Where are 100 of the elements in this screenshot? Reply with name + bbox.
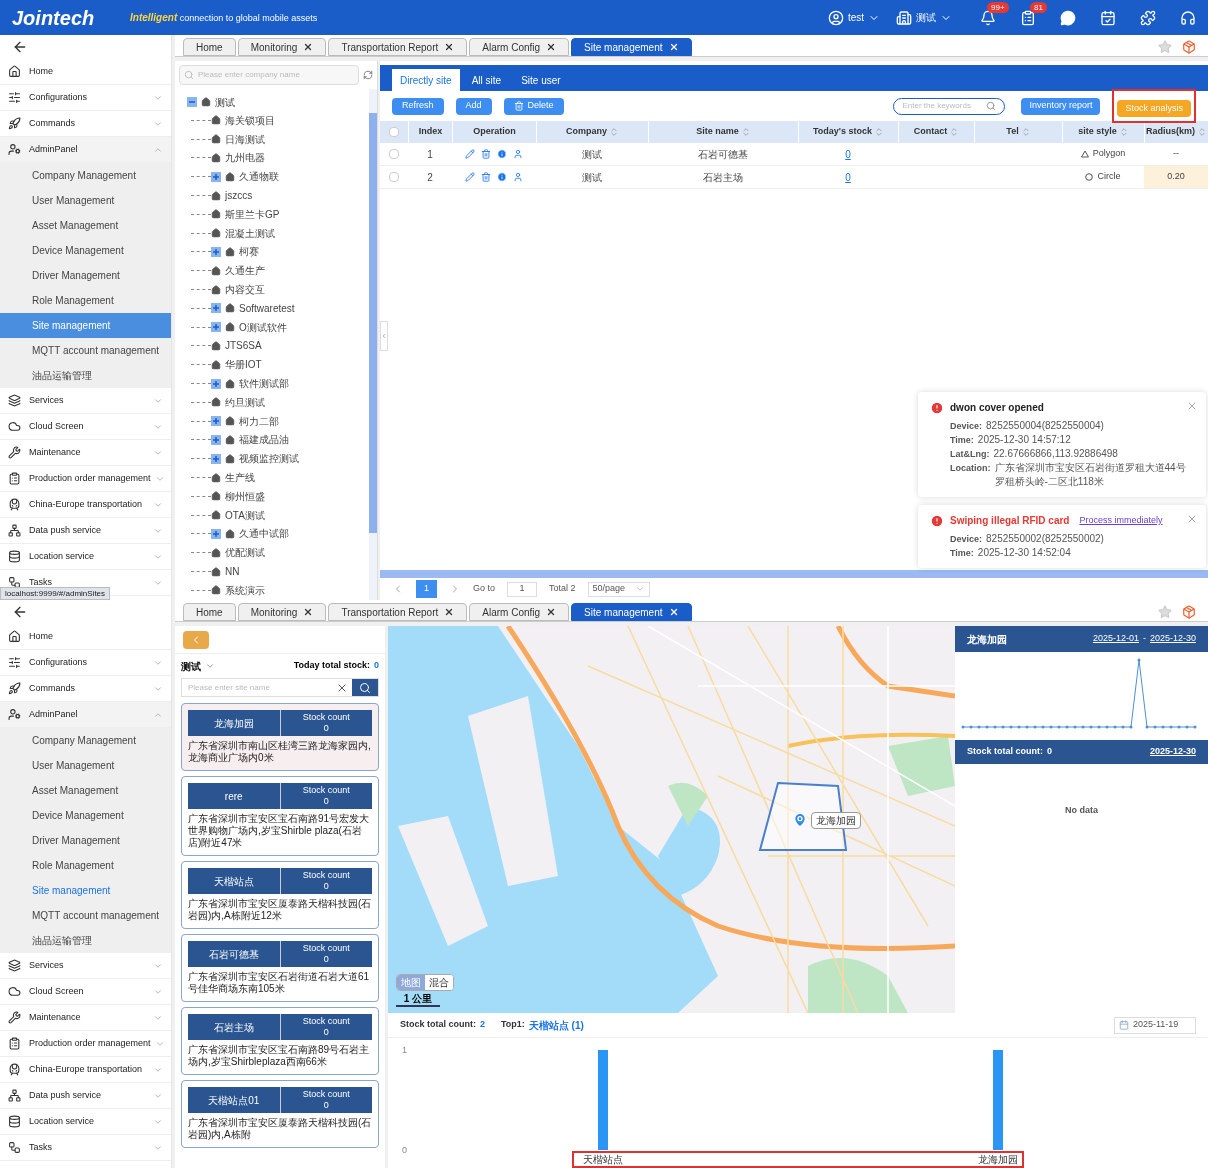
close-icon[interactable] — [668, 607, 679, 617]
page-tab[interactable]: Transportation Report — [328, 38, 468, 56]
box-icon[interactable] — [1182, 605, 1196, 619]
close-icon[interactable] — [303, 42, 314, 52]
tree-node[interactable]: 系统演示 — [225, 582, 265, 598]
bell-icon[interactable] — [980, 9, 996, 26]
info-icon[interactable] — [497, 172, 507, 182]
horizontal-scrollbar[interactable] — [380, 570, 1208, 578]
submenu-item[interactable]: Asset Management — [0, 778, 171, 803]
submenu-item[interactable]: 油品运输管理 — [0, 928, 171, 953]
site-card[interactable]: 石岩主场 Stock count 0 广东省深圳市宝安区宝石南路89号石岩主场内,岁宝Shirbleplaza西南66米 — [181, 1007, 379, 1075]
close-icon[interactable] — [546, 607, 557, 617]
page-input[interactable]: 1 — [507, 581, 538, 597]
page-size-select[interactable]: 50/page — [587, 581, 650, 597]
submenu-item[interactable]: User Management — [0, 753, 171, 778]
company-select[interactable]: 测试 — [181, 658, 215, 674]
page-tab[interactable]: Home — [183, 603, 236, 621]
star-icon[interactable] — [1158, 40, 1172, 54]
tree-node[interactable]: JTS6SA — [225, 338, 262, 354]
sidebar-item[interactable]: Maintenance — [0, 440, 171, 466]
sidebar-item[interactable]: Location service — [0, 1109, 171, 1135]
sidebar-item[interactable]: Data push service — [0, 1083, 171, 1109]
back-arrow-icon[interactable] — [12, 604, 28, 620]
scrollbar-thumb[interactable] — [369, 113, 377, 533]
edit-icon[interactable] — [465, 149, 475, 159]
submenu-item[interactable]: Device Management — [0, 238, 171, 263]
sidebar-item[interactable]: Production order management — [0, 1031, 171, 1057]
tree-node[interactable]: 斯里兰卡GP — [225, 206, 280, 222]
sidebar-item[interactable]: China-Europe transportation — [0, 492, 171, 518]
tree-node[interactable]: 海关锁项目 — [225, 112, 275, 128]
sidebar-item[interactable]: Production order management — [0, 466, 171, 492]
box-icon[interactable] — [1182, 40, 1196, 54]
submenu-item[interactable]: Driver Management — [0, 263, 171, 288]
tree-node[interactable]: 华册IOT — [225, 357, 262, 373]
column-header[interactable]: Company — [536, 121, 648, 143]
page-tab[interactable]: Monitoring — [237, 603, 327, 621]
expand-toggle[interactable] — [211, 303, 221, 314]
sidebar-item[interactable]: Configurations — [0, 85, 171, 111]
sub-tab[interactable]: Site user — [513, 69, 569, 91]
expand-toggle[interactable] — [211, 246, 221, 257]
column-header[interactable]: Contact — [898, 121, 974, 143]
tree-node[interactable]: 久通物联 — [239, 169, 279, 185]
sub-tab[interactable]: All site — [463, 69, 510, 91]
user-icon[interactable] — [513, 172, 523, 182]
user-icon[interactable] — [513, 149, 523, 159]
sidebar-item[interactable]: AdminPanel — [0, 137, 171, 163]
sidebar-item[interactable]: Location service — [0, 544, 171, 570]
expand-toggle[interactable] — [211, 322, 221, 333]
close-icon[interactable] — [303, 607, 314, 617]
delete-icon[interactable] — [481, 149, 491, 159]
site-card[interactable]: 石岩可德基 Stock count 0 广东省深圳市宝安区石岩街道石岩大道61号佳华商场东南105米 — [181, 934, 379, 1002]
tree-node[interactable]: jszccs — [225, 188, 253, 204]
tree-node[interactable]: 优配测试 — [225, 545, 265, 561]
tree-node[interactable]: 生产线 — [225, 470, 255, 486]
stock-link[interactable]: 0 — [845, 148, 851, 160]
submenu-item[interactable]: 油品运输管理 — [0, 363, 171, 388]
delete-icon[interactable] — [481, 172, 491, 182]
page-tab[interactable]: Monitoring — [237, 38, 327, 56]
column-header[interactable]: Index — [408, 121, 452, 143]
sidebar-item[interactable]: Services — [0, 388, 171, 414]
tree-node[interactable]: 日海测试 — [225, 131, 265, 147]
sidebar-item[interactable]: Cloud Screen — [0, 414, 171, 440]
submenu-item[interactable]: Site management — [0, 878, 171, 903]
date-link[interactable]: 2025-12-30 — [1149, 632, 1196, 646]
submenu-item[interactable]: MQTT account management — [0, 903, 171, 928]
date-picker[interactable]: 2025-11-19 — [1114, 1016, 1196, 1034]
site-card[interactable]: rere Stock count 0 广东省深圳市宝安区宝石南路91号宏发大世界购物广场内,岁宝Shirble plaza(石岩店)附近47米 — [181, 776, 379, 856]
date-link[interactable]: 2025-12-30 — [1149, 745, 1196, 759]
tree-node[interactable]: 视频监控测试 — [239, 451, 299, 467]
page-tab[interactable]: Site management — [571, 603, 692, 621]
submenu-item[interactable]: MQTT account management — [0, 338, 171, 363]
page-tab[interactable]: Home — [183, 38, 236, 56]
row-checkbox[interactable] — [389, 149, 399, 159]
sidebar-item[interactable]: Tasks — [0, 1135, 171, 1161]
edit-icon[interactable] — [465, 172, 475, 182]
tree-node[interactable]: 软件测试部 — [239, 376, 289, 392]
collapse-panel-handle[interactable] — [380, 321, 388, 351]
tree-node[interactable]: NN — [225, 564, 240, 579]
close-icon[interactable] — [546, 42, 557, 52]
submenu-item[interactable]: Role Management — [0, 288, 171, 313]
process-link[interactable]: Process immediately — [1079, 513, 1163, 528]
page-tab[interactable]: Transportation Report — [328, 603, 468, 621]
refresh-icon[interactable] — [363, 70, 373, 80]
select-all-checkbox[interactable] — [389, 127, 399, 137]
info-icon[interactable] — [497, 149, 507, 159]
calendar-icon[interactable] — [1100, 9, 1116, 26]
column-header[interactable]: Radius(km) — [1144, 121, 1208, 143]
expand-toggle[interactable] — [211, 378, 221, 389]
site-card[interactable]: 天楷站点 Stock count 0 广东省深圳市宝安区厦泰路天楷科技园(石岩园)内,A栋附近12米 — [181, 861, 379, 929]
org-menu[interactable]: 测试 — [896, 9, 952, 26]
row-checkbox[interactable] — [389, 172, 399, 182]
expand-toggle[interactable] — [211, 528, 221, 539]
page-tab[interactable]: Alarm Config — [469, 38, 570, 56]
sidebar-item[interactable]: Home — [0, 59, 171, 85]
column-header[interactable]: Tel — [974, 121, 1062, 143]
close-icon[interactable] — [444, 42, 455, 52]
tree-node[interactable]: 测试 — [215, 94, 235, 110]
chat-icon[interactable] — [1060, 9, 1076, 26]
page-tab[interactable]: Site management — [571, 38, 692, 56]
submenu-item[interactable]: Asset Management — [0, 213, 171, 238]
